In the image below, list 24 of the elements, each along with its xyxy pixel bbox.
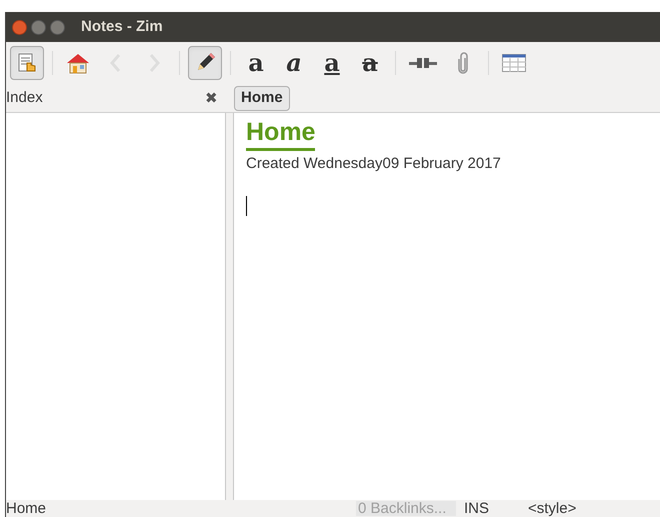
- paperclip-icon: [457, 52, 469, 74]
- house-icon: [66, 52, 90, 74]
- maximize-icon[interactable]: [50, 20, 65, 34]
- window-title: Notes - Zim: [81, 16, 163, 37]
- page-hand-icon: [16, 52, 38, 74]
- close-button[interactable]: ✖: [205, 90, 218, 106]
- page-heading: Home: [246, 117, 316, 152]
- close-icon[interactable]: [12, 20, 27, 34]
- italic-button[interactable]: a: [277, 46, 311, 80]
- text-cursor: [246, 196, 247, 216]
- table-icon: [502, 54, 526, 72]
- path-button[interactable]: Home: [234, 86, 290, 110]
- underline-button[interactable]: a: [315, 46, 349, 80]
- edit-button[interactable]: [188, 46, 222, 80]
- minimize-icon[interactable]: [31, 20, 46, 34]
- plug-icon: [409, 55, 437, 71]
- index-title: Index: [6, 88, 43, 108]
- insert-mode: INS: [463, 501, 490, 516]
- index-button[interactable]: [10, 46, 44, 80]
- bold-button[interactable]: a: [239, 46, 273, 80]
- style-indicator: <style>: [528, 501, 576, 516]
- created-date: Created Wednesday09 February 2017: [246, 154, 502, 174]
- strike-button[interactable]: a: [353, 46, 387, 80]
- status-page: Home: [6, 501, 48, 516]
